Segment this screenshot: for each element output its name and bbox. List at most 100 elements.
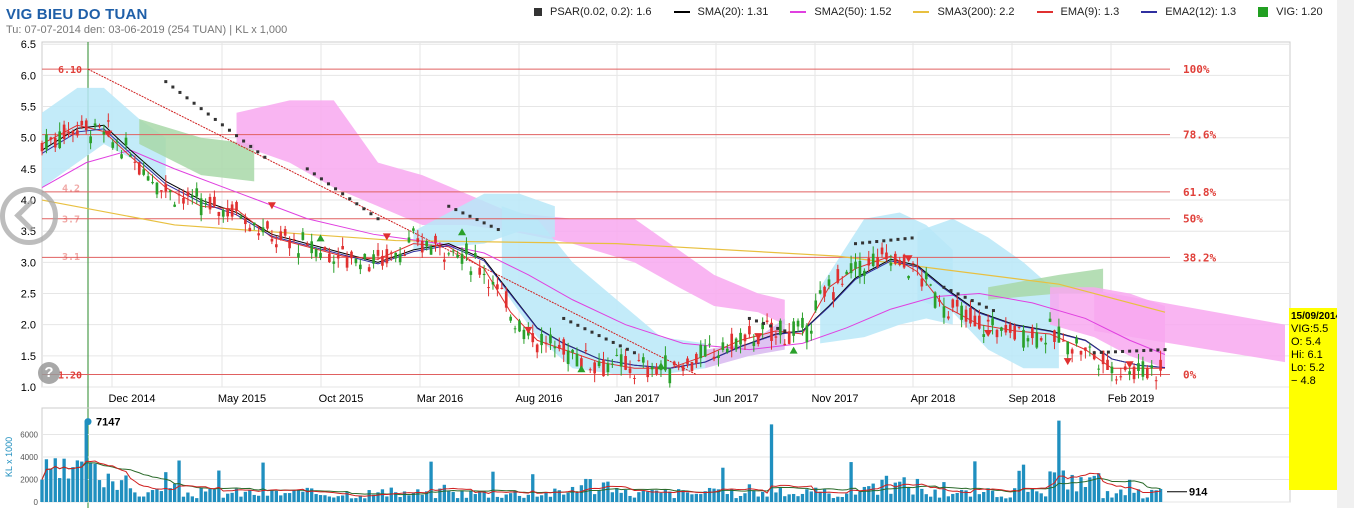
volume-bar: [672, 498, 676, 502]
volume-bar: [752, 490, 756, 502]
volume-bar: [97, 480, 102, 502]
volume-bar: [305, 487, 309, 502]
volume-bar: [929, 496, 933, 502]
legend-item[interactable]: EMA2(12): 1.3: [1141, 6, 1236, 18]
legend-swatch-icon: [534, 8, 542, 17]
volume-bar: [800, 493, 805, 502]
legend-item[interactable]: EMA(9): 1.3: [1036, 6, 1119, 18]
volume-bar: [115, 489, 119, 502]
volume-bar: [1097, 473, 1101, 502]
volume-bar: [142, 496, 146, 502]
indicator-legend: PSAR(0.02, 0.2): 1.6 SMA(20): 1.31 SMA2(50…: [534, 6, 1345, 24]
volume-bar: [548, 496, 553, 502]
volume-bar: [150, 490, 155, 502]
volume-bar: [531, 474, 535, 502]
volume-bar: [544, 492, 548, 502]
volume-bar: [53, 458, 57, 502]
volume-bar: [243, 491, 248, 502]
volume-bar: [818, 491, 822, 502]
volume-bar: [274, 490, 278, 502]
volume-bar: [1110, 497, 1114, 502]
volume-bar: [234, 488, 239, 502]
volume-bar: [796, 496, 800, 502]
volume-bar: [177, 460, 181, 502]
page-scrollbar[interactable]: [1337, 0, 1354, 508]
volume-bar: [186, 492, 190, 502]
volume-bar: [646, 491, 650, 502]
volume-bar: [659, 493, 663, 502]
volume-bar: [902, 477, 906, 502]
volume-bar: [898, 481, 902, 502]
volume-bar: [203, 491, 208, 502]
legend-label: VIG: 1.20: [1276, 6, 1323, 19]
volume-bar: [181, 496, 186, 502]
volume-bar: [924, 494, 928, 502]
volume-bar: [858, 491, 862, 502]
volume-bar: [1070, 474, 1074, 502]
volume-bar: [526, 494, 530, 502]
volume-bar: [513, 490, 517, 502]
scroll-left-button[interactable]: [0, 187, 58, 245]
volume-last-label: 914: [1189, 487, 1208, 499]
volume-bar: [478, 491, 482, 502]
volume-bar: [566, 492, 570, 502]
volume-bar: [570, 486, 575, 502]
volume-bar: [239, 496, 243, 502]
volume-bar: [433, 498, 438, 502]
volume-bar: [159, 491, 164, 502]
volume-bar: [1008, 497, 1012, 502]
volume-bar: [208, 488, 212, 502]
volume-bar: [102, 487, 106, 502]
volume-bar: [875, 494, 880, 502]
volume-bar: [172, 483, 177, 502]
volume-bar: [685, 492, 690, 502]
volume-bar: [774, 492, 778, 502]
volume-bar: [690, 494, 694, 502]
volume-bar: [986, 488, 990, 502]
volume-bar: [756, 496, 760, 502]
volume-bar: [769, 424, 774, 502]
volume-bar: [88, 462, 93, 502]
volume-bar: [195, 498, 199, 502]
volume-bar: [1079, 477, 1083, 502]
legend-swatch-icon: [673, 11, 690, 14]
legend-item[interactable]: VIG: 1.20: [1258, 6, 1323, 19]
legend-item[interactable]: SMA2(50): 1.52: [790, 6, 891, 18]
volume-bar: [840, 497, 844, 502]
volume-bar: [1132, 492, 1136, 502]
volume-bar: [1074, 491, 1079, 502]
volume-bar: [610, 492, 615, 502]
volume-bar: [982, 492, 986, 502]
legend-item[interactable]: PSAR(0.02, 0.2): 1.6: [534, 6, 652, 18]
volume-bar: [469, 490, 473, 502]
volume-bar: [831, 498, 836, 502]
volume-bar: [601, 482, 606, 502]
volume-bar: [699, 494, 703, 502]
volume-bar: [155, 489, 159, 502]
volume-bar: [230, 492, 234, 502]
volume-bar: [398, 497, 402, 502]
legend-item[interactable]: SMA(20): 1.31: [673, 6, 768, 18]
volume-bar: [522, 497, 526, 502]
volume-bar: [128, 488, 133, 502]
volume-bar: [592, 494, 597, 502]
volume-bar: [473, 494, 477, 502]
volume-bar: [119, 480, 124, 502]
help-button[interactable]: ?: [38, 362, 60, 384]
legend-item[interactable]: SMA3(200): 2.2: [913, 6, 1015, 18]
volume-bar: [725, 494, 729, 502]
volume-bar: [190, 496, 194, 502]
volume-bar: [429, 461, 433, 502]
volume-bar: [1021, 464, 1026, 502]
volume-bar: [867, 486, 871, 502]
volume-bar: [628, 495, 632, 502]
volume-bar: [212, 489, 217, 502]
volume-bar: [345, 491, 349, 502]
volume-bar: [146, 492, 150, 502]
volume-bar: [920, 488, 924, 502]
volume-tick-label: 6000: [20, 431, 38, 440]
volume-bar: [1141, 498, 1145, 502]
volume-bar: [933, 489, 937, 502]
volume-bar: [606, 481, 610, 502]
volume-bar: [787, 494, 791, 502]
